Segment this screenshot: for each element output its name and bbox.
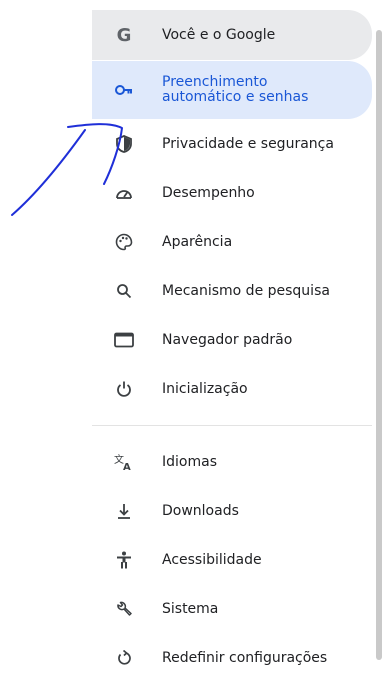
nav-item-system[interactable]: Sistema — [92, 585, 372, 633]
nav-item-label: Redefinir configurações — [162, 650, 328, 666]
shield-icon — [114, 134, 134, 154]
nav-item-label: Inicialização — [162, 381, 248, 397]
reset-icon — [114, 648, 134, 668]
nav-item-label: Acessibilidade — [162, 552, 262, 568]
nav-item-label: Idiomas — [162, 454, 217, 470]
nav-item-performance[interactable]: Desempenho — [92, 169, 372, 217]
download-icon — [114, 501, 134, 521]
gauge-icon — [114, 183, 134, 203]
search-icon — [114, 281, 134, 301]
nav-item-label: Mecanismo de pesquisa — [162, 283, 330, 299]
nav-item-autofill-passwords[interactable]: Preenchimento automático e senhas — [92, 61, 372, 119]
browser-window-icon — [114, 330, 134, 350]
nav-item-downloads[interactable]: Downloads — [92, 487, 372, 535]
wrench-icon — [114, 599, 134, 619]
svg-text:A: A — [123, 462, 131, 471]
palette-icon — [114, 232, 134, 252]
nav-item-you-and-google[interactable]: G Você e o Google — [92, 10, 372, 60]
nav-divider — [92, 425, 372, 426]
nav-item-label: Preenchimento automático e senhas — [162, 74, 309, 105]
nav-item-label: Navegador padrão — [162, 332, 293, 348]
settings-nav: G Você e o Google Preenchimento automáti… — [92, 10, 372, 677]
nav-item-privacy-security[interactable]: Privacidade e segurança — [92, 120, 372, 168]
scrollbar[interactable] — [376, 30, 382, 660]
google-icon: G — [116, 24, 132, 46]
nav-item-search-engine[interactable]: Mecanismo de pesquisa — [92, 267, 372, 315]
accessibility-icon — [114, 550, 134, 570]
nav-item-label: Downloads — [162, 503, 239, 519]
nav-item-languages[interactable]: 文 A Idiomas — [92, 438, 372, 486]
nav-item-reset-settings[interactable]: Redefinir configurações — [92, 634, 372, 677]
nav-item-label: Privacidade e segurança — [162, 136, 334, 152]
power-icon — [114, 379, 134, 399]
nav-item-startup[interactable]: Inicialização — [92, 365, 372, 413]
translate-icon: 文 A — [114, 452, 134, 472]
nav-item-appearance[interactable]: Aparência — [92, 218, 372, 266]
nav-item-label: Você e o Google — [162, 27, 276, 43]
nav-item-label: Sistema — [162, 601, 219, 617]
key-icon — [114, 80, 134, 100]
nav-item-accessibility[interactable]: Acessibilidade — [92, 536, 372, 584]
nav-item-default-browser[interactable]: Navegador padrão — [92, 316, 372, 364]
settings-sidebar-screen: G Você e o Google Preenchimento automáti… — [0, 0, 384, 677]
nav-item-label: Aparência — [162, 234, 233, 250]
nav-item-label: Desempenho — [162, 185, 255, 201]
